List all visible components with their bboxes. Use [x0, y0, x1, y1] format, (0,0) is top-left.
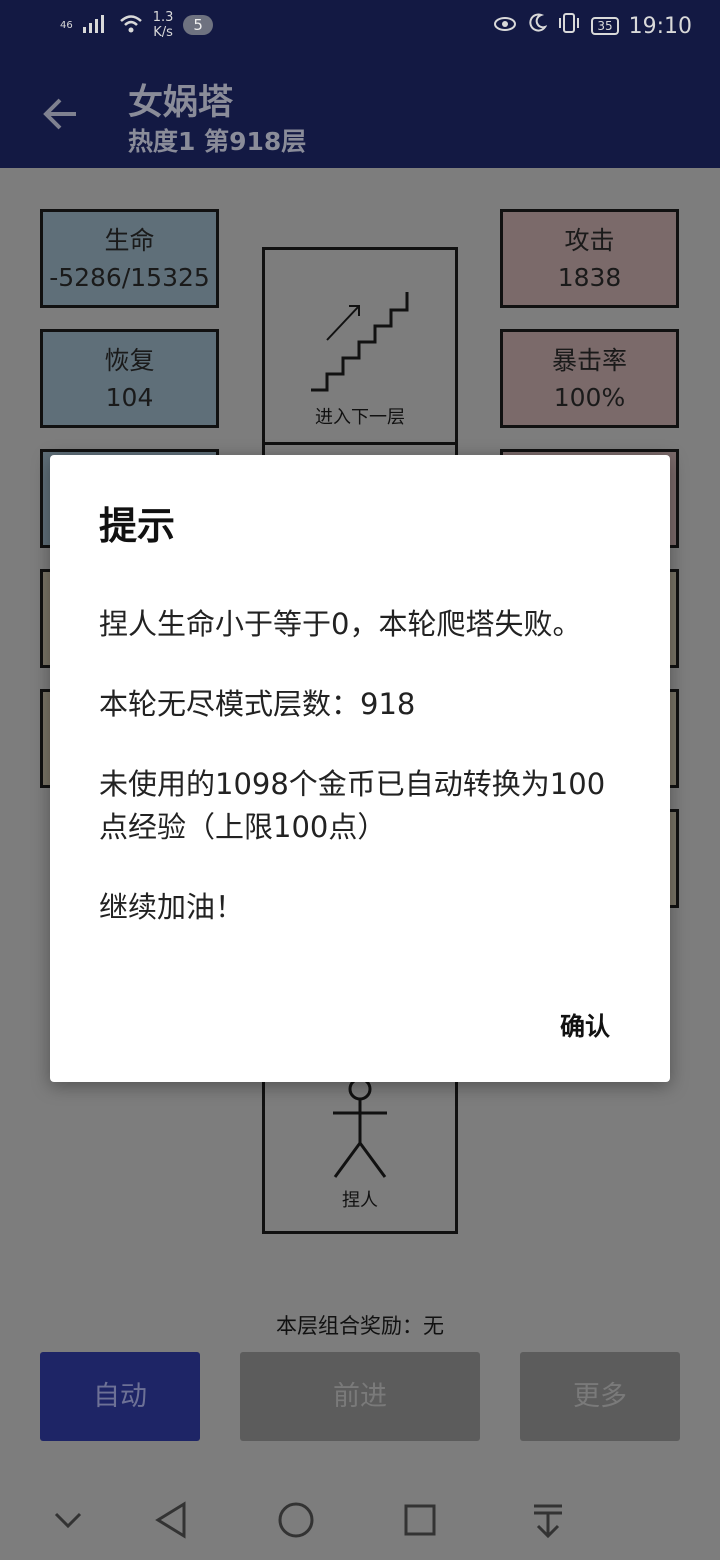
stat-attack: 攻击 1838 — [500, 209, 679, 308]
stick-figure-icon — [265, 1077, 455, 1186]
network-type: 46 — [60, 19, 73, 31]
eye-icon — [493, 14, 517, 39]
stat-crit-rate: 暴击率 100% — [500, 329, 679, 428]
notification-badge: 5 — [183, 15, 213, 35]
dialog-line-floors: 本轮无尽模式层数：918 — [99, 687, 416, 721]
forward-button[interactable]: 前进 — [240, 1352, 480, 1441]
status-left: 46 1.3 K/s 5 — [60, 10, 213, 40]
back-arrow-icon[interactable] — [38, 92, 82, 136]
wifi-icon — [119, 13, 143, 37]
auto-button[interactable]: 自动 — [40, 1352, 200, 1441]
page-title: 女娲塔 — [128, 83, 234, 123]
battery-indicator: 35 — [591, 17, 619, 35]
vibrate-icon — [557, 12, 581, 40]
stat-attack-value: 1838 — [557, 263, 622, 292]
stat-recover-label: 恢复 — [104, 346, 155, 375]
stat-life-label: 生命 — [104, 226, 155, 255]
status-bar: 46 1.3 K/s 5 35 19:10 — [0, 0, 720, 56]
notification-pull-icon[interactable] — [526, 1498, 570, 1542]
alert-dialog: 提示 捏人生命小于等于0，本轮爬塔失败。 本轮无尽模式层数：918 未使用的10… — [50, 455, 670, 1082]
dialog-line-failure: 捏人生命小于等于0，本轮爬塔失败。 — [99, 607, 582, 641]
signal-icon — [82, 13, 109, 37]
status-right: 35 19:10 — [493, 12, 692, 40]
stat-recover: 恢复 104 — [40, 329, 219, 428]
recents-square-icon[interactable] — [398, 1498, 442, 1542]
stat-life-value: -5286/15325 — [49, 263, 210, 292]
chevron-down-icon[interactable] — [46, 1498, 90, 1542]
stat-recover-value: 104 — [105, 383, 154, 412]
stat-crit-rate-label: 暴击率 — [551, 346, 627, 375]
page-subtitle: 热度1 第918层 — [128, 127, 307, 156]
net-speed: 1.3 K/s — [153, 10, 174, 40]
stat-life: 生命 -5286/15325 — [40, 209, 219, 308]
net-speed-value: 1.3 — [152, 10, 174, 25]
app-bar: 女娲塔 热度1 第918层 — [0, 56, 720, 168]
home-circle-icon[interactable] — [274, 1498, 318, 1542]
room-next-floor-label: 进入下一层 — [315, 407, 405, 428]
room-player-label: 捏人 — [342, 1190, 378, 1211]
dialog-title: 提示 — [99, 504, 176, 548]
stairs-icon — [265, 286, 455, 401]
dialog-line-encourage: 继续加油！ — [99, 890, 245, 924]
more-button[interactable]: 更多 — [520, 1352, 680, 1441]
moon-icon — [527, 13, 548, 39]
room-next-floor[interactable]: 进入下一层 — [262, 247, 458, 445]
stat-crit-rate-value: 100% — [553, 383, 626, 412]
room-player[interactable]: 捏人 — [262, 1060, 458, 1234]
net-speed-unit: K/s — [153, 25, 173, 40]
combo-reward-label: 本层组合奖励：无 — [276, 1314, 444, 1338]
back-triangle-icon[interactable] — [150, 1498, 194, 1542]
system-nav-bar — [0, 1476, 720, 1560]
dialog-message: 捏人生命小于等于0，本轮爬塔失败。 本轮无尽模式层数：918 未使用的1098个… — [99, 603, 619, 966]
clock: 19:10 — [628, 13, 692, 39]
dialog-line-coins: 未使用的1098个金币已自动转换为100点经验（上限100点） — [99, 767, 606, 844]
confirm-button[interactable]: 确认 — [560, 1007, 610, 1043]
stat-attack-label: 攻击 — [564, 226, 615, 255]
